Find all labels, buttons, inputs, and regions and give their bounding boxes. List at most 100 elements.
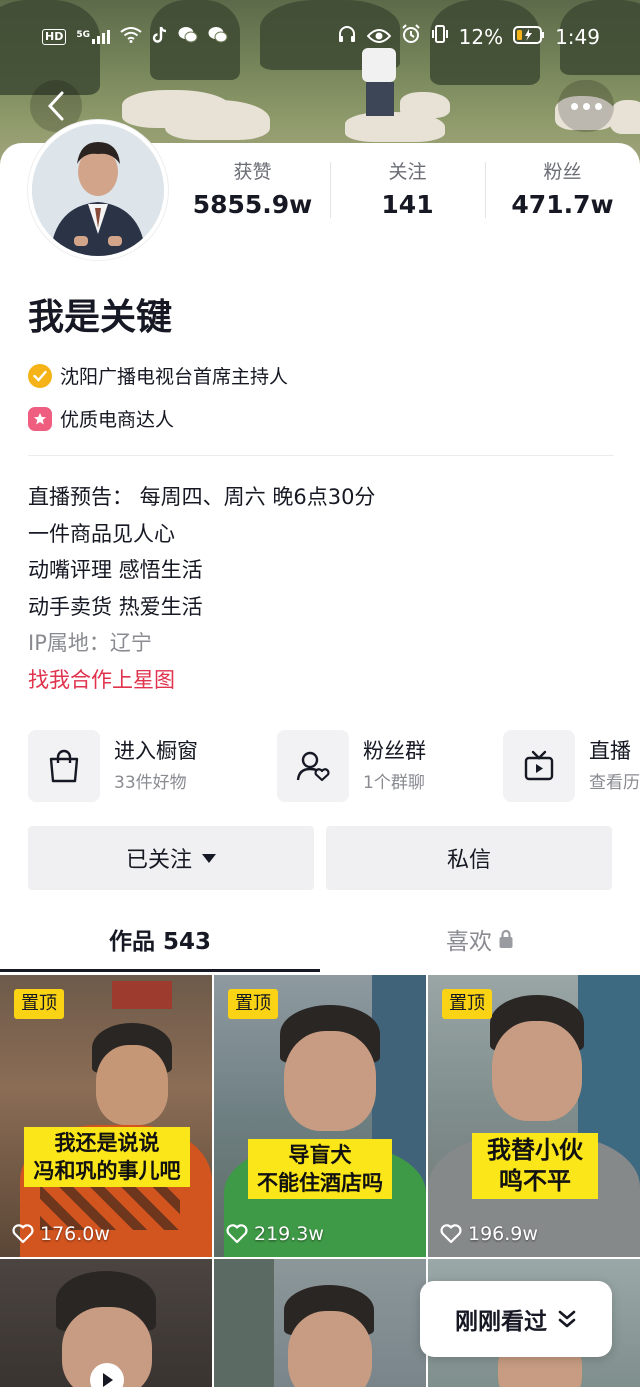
video-thumbnail[interactable] xyxy=(214,1259,426,1387)
tab-works[interactable]: 作品 543 xyxy=(0,906,320,972)
double-chevron-down-icon xyxy=(558,1310,576,1328)
goat-shape xyxy=(165,100,270,140)
ip-location: IP属地：辽宁 xyxy=(28,631,152,655)
tv-icon xyxy=(503,730,575,802)
recently-viewed-label: 刚刚看过 xyxy=(455,1309,547,1335)
caption-line: 我替小伙 xyxy=(487,1136,583,1164)
stat-following[interactable]: 关注 141 xyxy=(330,160,485,220)
dot-icon xyxy=(582,102,590,110)
tab-label: 喜欢 xyxy=(446,929,492,955)
cooperation-link[interactable]: 找我合作上星图 xyxy=(28,662,375,699)
shortcut-shop-window[interactable]: 进入橱窗 33件好物 xyxy=(28,730,198,802)
stat-followers[interactable]: 粉丝 471.7w xyxy=(485,160,640,220)
bio-line: 动手卖货 热爱生活 xyxy=(28,594,203,619)
pinned-badge: 置顶 xyxy=(228,989,278,1019)
message-label: 私信 xyxy=(446,848,491,873)
stat-label: 获赞 xyxy=(233,161,272,183)
tab-likes[interactable]: 喜欢 xyxy=(320,906,640,972)
tab-indicator xyxy=(0,969,320,972)
video-likes: 196.9w xyxy=(440,1223,538,1245)
tab-label: 作品 543 xyxy=(108,929,212,955)
avatar-portrait xyxy=(32,124,164,256)
goat-shape xyxy=(400,92,450,118)
recently-viewed-button[interactable]: 刚刚看过 xyxy=(420,1281,612,1357)
profile-stats: 获赞 5855.9w 关注 141 粉丝 471.7w xyxy=(175,160,640,220)
person-shape xyxy=(366,82,394,116)
likes-count: 196.9w xyxy=(468,1223,538,1245)
hd-badge: HD xyxy=(42,29,67,45)
bio-line: 直播预告： 每周四、周六 晚6点30分 xyxy=(28,485,376,509)
chevron-left-icon xyxy=(47,91,64,121)
stat-likes[interactable]: 获赞 5855.9w xyxy=(175,160,330,220)
more-options-button[interactable] xyxy=(558,80,614,132)
bio-line: 一件商品见人心 xyxy=(28,521,175,546)
video-caption: 我还是说说 冯和巩的事儿吧 xyxy=(24,1127,190,1187)
star-icon xyxy=(28,406,52,431)
divider xyxy=(28,455,614,456)
heart-icon xyxy=(12,1224,34,1244)
content-tabs: 作品 543 喜欢 xyxy=(0,906,640,972)
follow-button[interactable]: 已关注 xyxy=(28,826,314,890)
shortcut-subtitle: 33件好物 xyxy=(114,773,187,793)
profile-nickname: 我是关键 xyxy=(28,297,173,338)
follow-label: 已关注 xyxy=(125,848,192,873)
caption-line: 鸣不平 xyxy=(499,1167,571,1195)
verification-badge[interactable]: 沈阳广播电视台首席主持人 xyxy=(28,362,288,389)
shortcut-live[interactable]: 直播 查看历 xyxy=(503,730,640,802)
shortcut-title: 直播 xyxy=(589,739,631,763)
signal-icon: 5G xyxy=(76,30,110,44)
heart-icon xyxy=(226,1224,248,1244)
video-thumbnail[interactable]: 置顶 我还是说说 冯和巩的事儿吧 176.0w xyxy=(0,975,212,1257)
eye-icon xyxy=(366,25,391,49)
likes-count: 219.3w xyxy=(254,1223,324,1245)
stat-value: 141 xyxy=(381,190,434,219)
profile-bio: 直播预告： 每周四、周六 晚6点30分 一件商品见人心 动嘴评理 感悟生活 动手… xyxy=(28,479,375,698)
video-thumbnail[interactable]: 置顶 我替小伙 鸣不平 196.9w xyxy=(428,975,640,1257)
network-type-label: 5G xyxy=(76,30,90,40)
shortcut-title: 进入橱窗 xyxy=(114,739,198,763)
fan-group-icon xyxy=(277,730,349,802)
dot-icon xyxy=(570,102,578,110)
shortcut-fan-group[interactable]: 粉丝群 1个群聊 xyxy=(277,730,426,802)
caption-line: 导盲犬 xyxy=(288,1143,352,1167)
verified-check-icon xyxy=(28,363,52,388)
stat-value: 5855.9w xyxy=(192,190,313,219)
merchant-text: 优质电商达人 xyxy=(60,409,175,431)
caption-line: 不能住酒店吗 xyxy=(257,1171,383,1195)
pinned-badge: 置顶 xyxy=(14,989,64,1019)
battery-percent: 12% xyxy=(458,24,504,49)
play-icon xyxy=(103,1373,113,1387)
video-likes: 176.0w xyxy=(12,1223,110,1245)
shopping-bag-icon xyxy=(28,730,100,802)
dot-icon xyxy=(594,102,602,110)
vibrate-icon xyxy=(431,24,449,49)
shortcut-subtitle: 1个群聊 xyxy=(363,773,425,793)
likes-count: 176.0w xyxy=(40,1223,110,1245)
bio-line: 动嘴评理 感悟生活 xyxy=(28,558,203,582)
shortcut-subtitle: 查看历 xyxy=(589,773,640,793)
goat-shape xyxy=(610,100,640,134)
lock-icon xyxy=(499,929,513,948)
stat-value: 471.7w xyxy=(511,190,614,219)
wechat-icon xyxy=(178,26,198,48)
merchant-badge[interactable]: 优质电商达人 xyxy=(28,405,174,432)
tiktok-icon xyxy=(152,26,168,48)
verification-text: 沈阳广播电视台首席主持人 xyxy=(60,366,289,388)
video-caption: 我替小伙 鸣不平 xyxy=(472,1133,598,1199)
stat-label: 粉丝 xyxy=(543,161,582,183)
caption-line: 冯和巩的事儿吧 xyxy=(33,1159,181,1183)
battery-icon xyxy=(513,25,545,49)
stat-label: 关注 xyxy=(388,161,427,183)
shortcut-row: 进入橱窗 33件好物 粉丝群 1个群聊 直播 查看历 xyxy=(28,730,640,802)
video-thumbnail[interactable]: 置顶 导盲犬 不能住酒店吗 219.3w xyxy=(214,975,426,1257)
shortcut-title: 粉丝群 xyxy=(363,739,426,763)
message-button[interactable]: 私信 xyxy=(326,826,612,890)
alarm-icon xyxy=(401,24,421,49)
status-bar: HD 5G 12% 1:49 xyxy=(0,0,640,72)
headphones-icon xyxy=(337,24,357,49)
avatar[interactable] xyxy=(28,120,168,260)
caret-down-icon xyxy=(202,853,216,863)
pinned-badge: 置顶 xyxy=(442,989,492,1019)
caption-line: 我还是说说 xyxy=(54,1131,160,1155)
clock-time: 1:49 xyxy=(555,24,600,49)
